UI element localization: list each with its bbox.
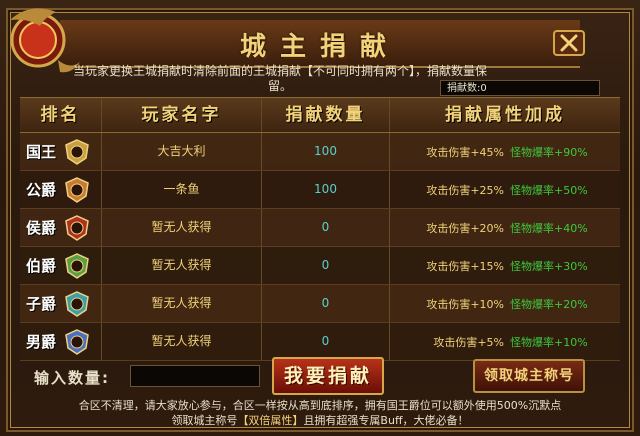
attack-bonus: 攻击伤害+15% [426, 259, 504, 273]
attribute-bonus: 攻击伤害+5% 怪物爆率+10% [390, 323, 620, 360]
donation-amount: 0 [262, 323, 390, 360]
drop-rate-bonus: 怪物爆率+30% [510, 259, 588, 273]
rank-badge-icon [65, 328, 89, 355]
footer-line-2-post: 且拥有超强专属Buff，大佬必备！ [303, 414, 469, 427]
drop-rate-bonus: 怪物爆率+50% [510, 183, 588, 197]
rank-badge-icon [65, 176, 89, 203]
table-row: 侯爵 暂无人获得 0 攻击伤害+20% 怪物爆率+40% [20, 209, 620, 247]
city-lord-donation-panel: 城主捐献 当玩家更换王城捐献时清除前面的王城捐献【不可同时拥有两个】，捐献数量保… [0, 0, 640, 436]
table-body: 国王 大吉大利 100 攻击伤害+45% 怪物爆率+90% 公爵 一条鱼 100 攻击伤害+25… [20, 133, 620, 361]
rank-label: 公爵 [26, 181, 57, 199]
attack-bonus: 攻击伤害+25% [426, 183, 504, 197]
notice-text: 当玩家更换王城捐献时清除前面的王城捐献【不可同时拥有两个】，捐献数量保留。 [72, 64, 487, 93]
quantity-label: 输入数量: [34, 369, 110, 387]
table-row: 公爵 一条鱼 100 攻击伤害+25% 怪物爆率+50% [20, 171, 620, 209]
player-name: 一条鱼 [102, 171, 262, 208]
attribute-bonus: 攻击伤害+25% 怪物爆率+50% [390, 171, 620, 208]
drop-rate-bonus: 怪物爆率+20% [510, 297, 588, 311]
table-header: 排名 玩家名字 捐献数量 捐献属性加成 [20, 97, 620, 133]
ranking-table: 排名 玩家名字 捐献数量 捐献属性加成 国王 大吉大利 100 攻击伤害+45% 怪物爆… [20, 97, 620, 361]
header-attribute-bonus: 捐献属性加成 [445, 105, 565, 125]
footer-line-1: 合区不清理，请大家放心参与，合区一样按从高到底排序，拥有国王爵位可以额外使用50… [78, 399, 562, 412]
table-row: 子爵 暂无人获得 0 攻击伤害+10% 怪物爆率+20% [20, 285, 620, 323]
donate-button[interactable]: 我要捐献 [272, 357, 384, 395]
rank-label: 伯爵 [26, 257, 57, 275]
donation-amount: 0 [262, 247, 390, 284]
footer-line-2: 领取城主称号【双倍属性】且拥有超强专属Buff，大佬必备！ [20, 413, 620, 428]
attribute-bonus: 攻击伤害+20% 怪物爆率+40% [390, 209, 620, 246]
player-name: 暂无人获得 [102, 323, 262, 360]
rank-badge-icon [65, 290, 89, 317]
donation-amount: 100 [262, 171, 390, 208]
attribute-bonus: 攻击伤害+10% 怪物爆率+20% [390, 285, 620, 322]
drop-rate-bonus: 怪物爆率+90% [510, 145, 588, 159]
rank-cell: 伯爵 [20, 247, 102, 284]
rank-cell: 男爵 [20, 323, 102, 360]
drop-rate-bonus: 怪物爆率+40% [510, 221, 588, 235]
player-name: 暂无人获得 [102, 285, 262, 322]
donation-amount: 100 [262, 133, 390, 170]
player-name: 大吉大利 [102, 133, 262, 170]
panel-title: 城主捐献 [239, 32, 400, 62]
donated-count: 捐献数:0 [440, 80, 600, 96]
rank-cell: 国王 [20, 133, 102, 170]
table-row: 国王 大吉大利 100 攻击伤害+45% 怪物爆率+90% [20, 133, 620, 171]
table-row: 伯爵 暂无人获得 0 攻击伤害+15% 怪物爆率+30% [20, 247, 620, 285]
rank-cell: 子爵 [20, 285, 102, 322]
donation-amount: 0 [262, 209, 390, 246]
attack-bonus: 攻击伤害+5% [433, 335, 504, 349]
drop-rate-bonus: 怪物爆率+10% [510, 335, 588, 349]
rank-label: 男爵 [26, 333, 57, 351]
attack-bonus: 攻击伤害+10% [426, 297, 504, 311]
rank-label: 子爵 [26, 295, 57, 313]
header-rank: 排名 [20, 98, 102, 132]
player-name: 暂无人获得 [102, 247, 262, 284]
attack-bonus: 攻击伤害+20% [426, 221, 504, 235]
footer-text: 合区不清理，请大家放心参与，合区一样按从高到底排序，拥有国王爵位可以额外使用50… [20, 398, 620, 428]
rank-label: 侯爵 [26, 219, 57, 237]
attribute-bonus: 攻击伤害+45% 怪物爆率+90% [390, 133, 620, 170]
player-name: 暂无人获得 [102, 209, 262, 246]
rank-cell: 侯爵 [20, 209, 102, 246]
rank-badge-icon [65, 214, 89, 241]
footer-line-2-pre: 领取城主称号 [171, 414, 238, 427]
rank-label: 国王 [26, 143, 57, 161]
footer-line-2-highlight: 【双倍属性】 [237, 414, 304, 427]
header-player-name: 玩家名字 [102, 98, 262, 132]
donation-amount: 0 [262, 285, 390, 322]
claim-title-button[interactable]: 领取城主称号 [473, 359, 585, 393]
quantity-input[interactable] [130, 365, 260, 387]
attribute-bonus: 攻击伤害+15% 怪物爆率+30% [390, 247, 620, 284]
header-donation-amount: 捐献数量 [262, 98, 390, 132]
attack-bonus: 攻击伤害+45% [426, 145, 504, 159]
close-x-icon[interactable] [553, 30, 585, 56]
rank-badge-icon [65, 252, 89, 279]
rank-badge-icon [65, 138, 89, 165]
rank-cell: 公爵 [20, 171, 102, 208]
table-row: 男爵 暂无人获得 0 攻击伤害+5% 怪物爆率+10% [20, 323, 620, 361]
